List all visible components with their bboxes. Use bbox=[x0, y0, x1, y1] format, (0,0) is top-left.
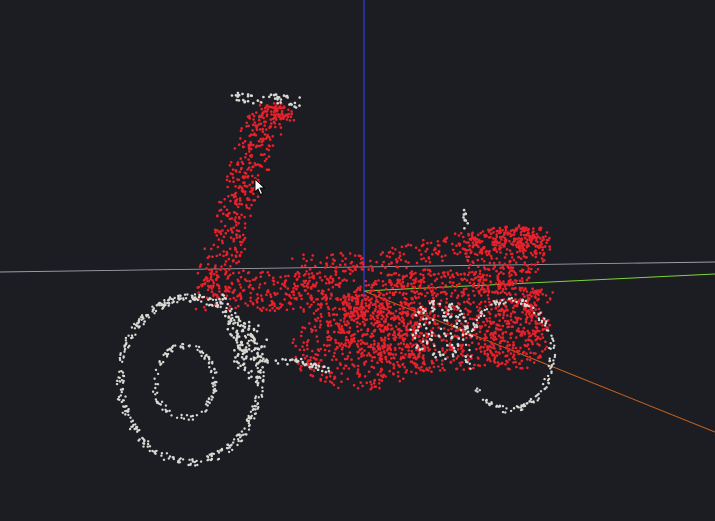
axes-group bbox=[0, 0, 715, 433]
ground-grid-line bbox=[0, 261, 715, 273]
point-cloud-canvas[interactable] bbox=[0, 0, 715, 521]
scooter-wheel-points bbox=[115, 91, 557, 467]
x-axis-line bbox=[363, 290, 715, 433]
point-cloud-viewport[interactable] bbox=[0, 0, 715, 521]
